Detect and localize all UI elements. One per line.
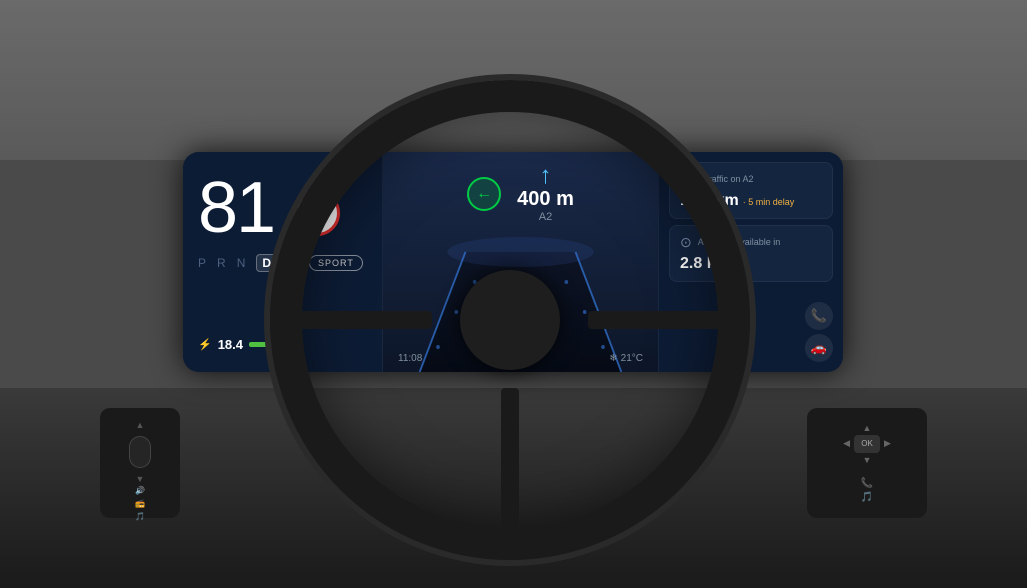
gear-p[interactable]: P (198, 256, 207, 270)
gear-n[interactable]: N (237, 256, 247, 270)
spoke-right (588, 311, 728, 329)
traffic-card-title: Traffic on A2 (703, 174, 753, 185)
battery-value: 18.4 (218, 337, 243, 352)
traffic-delay: · 5 min delay (743, 197, 795, 207)
steering-wheel (270, 80, 750, 560)
right-controls[interactable]: ▲ ◀ OK ▶ ▼ 📞 🎵 (807, 408, 927, 518)
battery-bar-fill (249, 342, 269, 347)
phone-icon-btn[interactable]: 📞 (805, 302, 833, 330)
left-scroll-wheel[interactable] (129, 436, 151, 468)
left-controls[interactable]: ▲ ▼ 🔊 📻 🎵 (100, 408, 180, 518)
gear-r[interactable]: R (217, 256, 227, 270)
car-connect-icon-btn[interactable]: 🚗 (805, 334, 833, 362)
speed-value: 81 (198, 172, 274, 244)
spoke-left (292, 311, 432, 329)
ok-button[interactable]: OK (854, 435, 880, 453)
spoke-bottom (501, 388, 519, 538)
battery-icon: ⚡ (198, 338, 212, 351)
